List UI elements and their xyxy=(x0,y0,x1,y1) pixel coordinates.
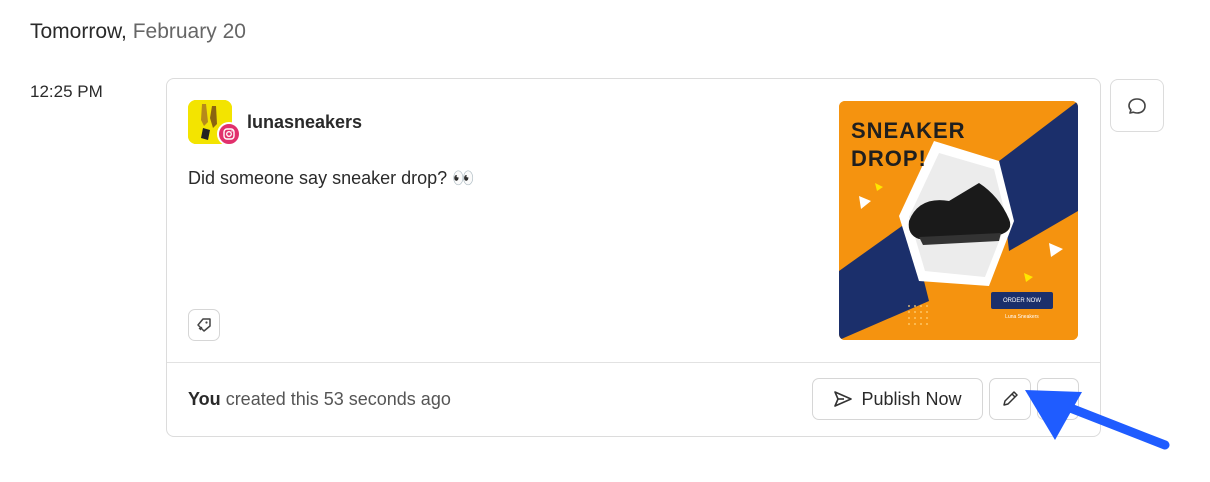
day-heading: Tomorrow, February 20 xyxy=(30,20,246,44)
media-brand: Luna Sneakers xyxy=(1005,314,1039,320)
day-label: Tomorrow, xyxy=(30,20,127,43)
media-cta-badge: ORDER NOW xyxy=(991,292,1053,309)
publish-now-button[interactable]: Publish Now xyxy=(812,378,983,420)
date-label: February 20 xyxy=(132,20,246,43)
comment-button[interactable] xyxy=(1110,79,1164,132)
tag-icon xyxy=(197,318,211,332)
scheduled-post-card[interactable]: lunasneakers Did someone say sneaker dro… xyxy=(166,78,1101,437)
post-body[interactable]: lunasneakers Did someone say sneaker dro… xyxy=(167,79,1100,362)
media-headline: SNEAKER DROP! xyxy=(851,118,966,171)
post-media-thumbnail[interactable]: SNEAKER DROP! ORDER NOW Luna Sneakers xyxy=(839,101,1078,340)
post-caption: Did someone say sneaker drop? 👀 xyxy=(188,168,475,188)
publish-now-label: Publish Now xyxy=(861,388,962,409)
created-status: You created this 53 seconds ago xyxy=(188,389,451,410)
card-divider xyxy=(167,362,1100,363)
instagram-icon xyxy=(217,122,241,146)
tag-button[interactable] xyxy=(188,309,220,341)
annotation-arrow-icon xyxy=(1025,390,1170,450)
send-icon xyxy=(834,391,853,407)
created-time: created this 53 seconds ago xyxy=(225,389,451,409)
account-name: lunasneakers xyxy=(247,112,363,132)
time-slot-label: 12:25 PM xyxy=(30,82,103,101)
creator-label: You xyxy=(188,389,221,409)
comment-icon xyxy=(1128,97,1146,114)
